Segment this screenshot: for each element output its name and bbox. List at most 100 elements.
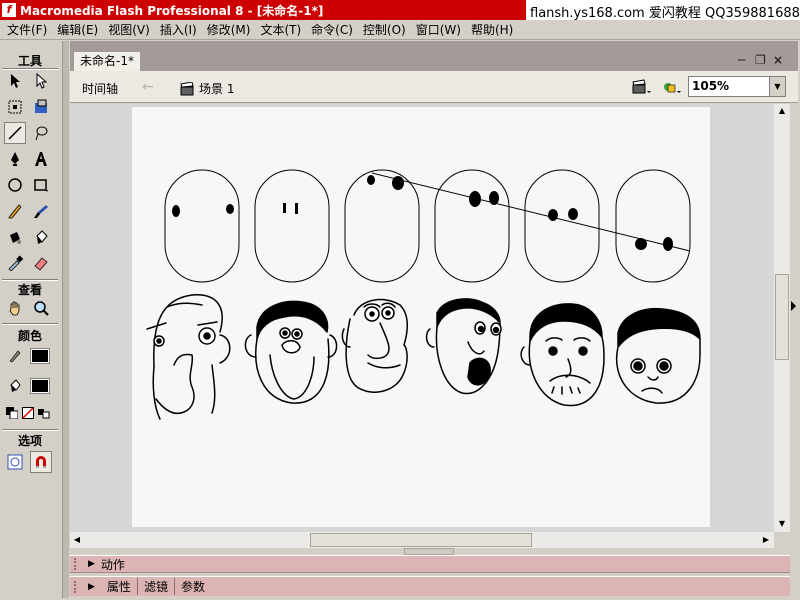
no-color-icon — [22, 407, 34, 419]
scroll-right-icon[interactable]: ▶ — [759, 533, 773, 547]
capsule-head-4[interactable] — [434, 169, 510, 283]
menu-window[interactable]: 窗口(W) — [411, 21, 466, 38]
brush-tool-button[interactable] — [30, 200, 52, 222]
collapse-right-icon — [791, 301, 796, 311]
stage-drawing[interactable] — [132, 107, 710, 527]
no-color-button[interactable] — [20, 402, 36, 424]
panel-resize-handle[interactable] — [404, 548, 454, 555]
edit-scene-button[interactable] — [632, 79, 652, 98]
back-arrow-icon[interactable]: ← — [142, 79, 162, 95]
menu-control[interactable]: 控制(O) — [358, 21, 411, 38]
menu-edit[interactable]: 编辑(E) — [52, 21, 103, 38]
close-icon[interactable]: × — [773, 53, 783, 67]
cartoon-face-1[interactable] — [146, 294, 231, 420]
scroll-down-icon[interactable]: ▼ — [775, 517, 789, 531]
pencil-icon — [8, 204, 22, 219]
zoom-select[interactable]: 105% ▼ — [688, 76, 786, 97]
chevron-down-icon[interactable]: ▼ — [769, 77, 785, 96]
hand-tool-button[interactable] — [4, 297, 26, 319]
edit-scene-icon — [632, 79, 651, 94]
eyedropper-tool-button[interactable] — [4, 252, 26, 274]
capsule-head-3[interactable] — [344, 169, 420, 283]
edit-symbols-icon — [664, 83, 681, 93]
document-tab-bar: 未命名-1* ─ ❐ × — [70, 41, 798, 71]
capsule-head-2[interactable] — [254, 169, 330, 283]
ink-bottle-tool-button[interactable] — [4, 226, 26, 248]
subselection-tool-button[interactable] — [30, 70, 52, 92]
paint-bucket-tool-button[interactable] — [30, 226, 52, 248]
horizontal-scroll-thumb[interactable] — [310, 533, 532, 547]
properties-panel-header[interactable]: ▶ 属性 滤镜 参数 — [70, 576, 790, 596]
vertical-scrollbar[interactable]: ▲ ▼ — [774, 104, 790, 532]
gradient-icon — [35, 99, 47, 113]
actions-panel-header[interactable]: ▶ 动作 — [70, 555, 790, 573]
gradient-transform-tool-button[interactable] — [30, 96, 52, 118]
line-tool-button[interactable] — [4, 122, 26, 144]
eraser-tool-button[interactable] — [30, 252, 52, 274]
fill-color-swatch[interactable] — [30, 378, 50, 394]
watermark-text: flansh.ys168.com 爱闪教程 QQ359881688 — [530, 6, 800, 21]
scroll-left-icon[interactable]: ◀ — [70, 533, 84, 547]
scroll-up-icon[interactable]: ▲ — [775, 104, 789, 118]
cartoon-face-2[interactable] — [244, 300, 338, 404]
oval-icon — [8, 178, 22, 192]
minimize-icon[interactable]: ─ — [738, 53, 745, 67]
eyedropper-icon — [8, 255, 23, 271]
menu-view[interactable]: 视图(V) — [103, 21, 155, 38]
edit-symbols-button[interactable] — [662, 79, 682, 98]
menu-commands[interactable]: 命令(C) — [306, 21, 358, 38]
zoom-tool-button[interactable] — [30, 297, 52, 319]
restore-icon[interactable]: ❐ — [755, 53, 766, 67]
pen-tool-button[interactable] — [4, 148, 26, 170]
expand-triangle-icon[interactable]: ▶ — [88, 559, 95, 569]
stage[interactable] — [132, 107, 710, 527]
horizontal-scrollbar[interactable]: ◀ ▶ — [70, 532, 774, 548]
menu-file[interactable]: 文件(F) — [2, 21, 52, 38]
gripper-dots-icon — [74, 580, 82, 593]
oval-tool-button[interactable] — [4, 174, 26, 196]
selection-tool-button[interactable] — [4, 70, 26, 92]
right-panel-gripper[interactable] — [790, 104, 798, 532]
work-area — [70, 104, 774, 532]
rectangle-icon — [34, 179, 48, 192]
arrow-icon — [11, 74, 20, 88]
menu-modify[interactable]: 修改(M) — [202, 21, 256, 38]
pencil-tool-button[interactable] — [4, 200, 26, 222]
menu-insert[interactable]: 插入(I) — [155, 21, 202, 38]
tab-properties[interactable]: 属性 — [101, 578, 138, 595]
document-tab[interactable]: 未命名-1* — [74, 52, 140, 71]
lasso-tool-button[interactable] — [30, 122, 52, 144]
cartoon-face-5[interactable] — [520, 303, 605, 407]
expand-triangle-icon[interactable]: ▶ — [88, 582, 95, 592]
tools-panel-gripper[interactable] — [63, 41, 69, 598]
vertical-scroll-thumb[interactable] — [775, 274, 789, 360]
cartoon-face-3[interactable] — [341, 298, 408, 393]
pen-icon — [11, 152, 19, 166]
rectangle-tool-button[interactable] — [30, 174, 52, 196]
capsule-head-6[interactable] — [615, 169, 691, 283]
object-drawing-button[interactable] — [4, 451, 26, 473]
cartoon-face-6[interactable] — [616, 307, 701, 404]
text-tool-button[interactable] — [30, 148, 52, 170]
timeline-toggle-button[interactable]: 时间轴 — [82, 80, 118, 97]
menu-text[interactable]: 文本(T) — [255, 21, 306, 38]
tab-parameters[interactable]: 参数 — [175, 578, 211, 595]
brush-icon — [34, 205, 48, 218]
view-header: 查看 — [17, 283, 42, 297]
cartoon-face-4[interactable] — [425, 298, 502, 395]
black-white-icon — [6, 407, 18, 419]
tab-filters[interactable]: 滤镜 — [138, 578, 175, 595]
hand-icon — [9, 301, 20, 316]
clapper-icon — [180, 81, 194, 95]
lasso-icon — [35, 126, 48, 141]
snap-to-objects-button[interactable] — [30, 451, 52, 473]
scene-breadcrumb[interactable]: 场景 1 — [180, 80, 234, 97]
free-transform-tool-button[interactable] — [4, 96, 26, 118]
flash-app-icon: f — [2, 3, 16, 17]
black-white-button[interactable] — [4, 402, 20, 424]
menu-help[interactable]: 帮助(H) — [466, 21, 518, 38]
stroke-color-swatch[interactable] — [30, 348, 50, 364]
swap-colors-icon — [38, 409, 50, 419]
swap-colors-button[interactable] — [36, 402, 52, 424]
capsule-head-1[interactable] — [164, 169, 240, 283]
